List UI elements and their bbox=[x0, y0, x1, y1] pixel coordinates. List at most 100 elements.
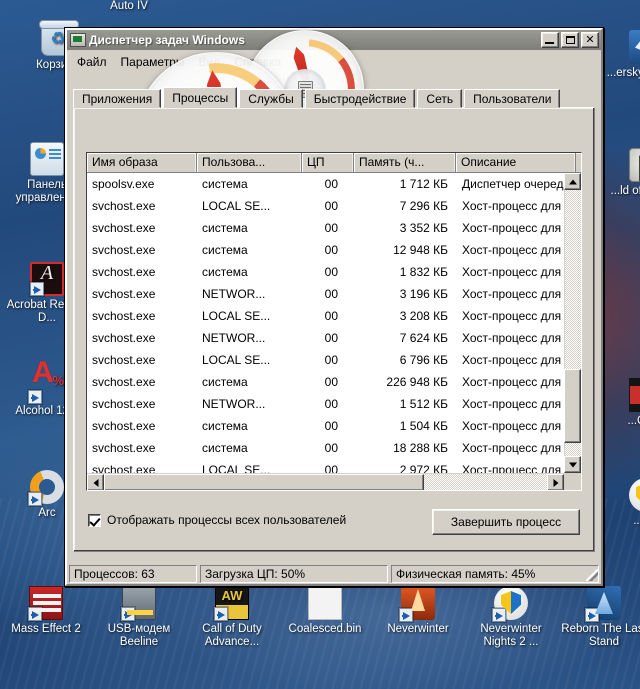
desktop-icon-label: Coalesced.bin bbox=[288, 623, 362, 635]
tab-applications[interactable]: Приложения bbox=[73, 89, 162, 108]
desktop-icon-neverwinter[interactable]: Neverwinter bbox=[372, 586, 464, 636]
cell-user: система bbox=[202, 221, 248, 235]
cell-cpu: 00 bbox=[324, 243, 338, 257]
tab-performance[interactable]: Быстродействие bbox=[304, 89, 416, 108]
scroll-left-button[interactable] bbox=[87, 474, 104, 490]
resize-grip-icon[interactable] bbox=[586, 569, 598, 581]
end-process-button[interactable]: Завершить процесс bbox=[432, 509, 580, 535]
desktop-icon-auto-iv[interactable]: Auto IV bbox=[74, 0, 184, 13]
table-row[interactable]: svchost.exe LOCAL SE... 00 7 296 КБ Хост-про… bbox=[87, 195, 564, 217]
table-row[interactable]: svchost.exe NETWOR... 00 3 196 КБ Хост-проце… bbox=[87, 283, 564, 305]
neverwinter-nights-2-icon bbox=[492, 586, 528, 622]
checkbox-box[interactable] bbox=[88, 513, 101, 527]
menu-bar[interactable]: Файл Параметры Вид Справка bbox=[67, 52, 601, 72]
status-physical-memory: Физическая память: 45% bbox=[391, 565, 599, 583]
tab-network[interactable]: Сеть bbox=[417, 89, 463, 108]
table-row[interactable]: svchost.exe система 00 226 948 КБ Хост-проце… bbox=[87, 371, 564, 393]
cell-desc: Хост-процесс для служ bbox=[462, 221, 564, 235]
desktop-icon-label: ...res bbox=[633, 515, 640, 527]
cell-desc: Диспетчер очереди пе bbox=[462, 177, 564, 191]
cell-cpu: 00 bbox=[324, 463, 338, 473]
table-row[interactable]: svchost.exe NETWOR... 00 7 624 КБ Хост-проце… bbox=[87, 327, 564, 349]
scroll-up-button[interactable] bbox=[564, 173, 581, 190]
desktop-icon-mass-effect-2[interactable]: Mass Effect 2 bbox=[0, 586, 92, 636]
column-header-description[interactable]: Описание bbox=[456, 153, 576, 173]
cell-name: svchost.exe bbox=[92, 397, 156, 411]
horizontal-scrollbar[interactable] bbox=[87, 473, 564, 490]
desktop-icon-far-cry-4[interactable]: ...Cry 4 bbox=[600, 378, 640, 428]
cell-user: NETWOR... bbox=[202, 331, 266, 345]
scroll-right-button[interactable] bbox=[547, 474, 564, 490]
process-list[interactable]: Имя образа Пользова... ЦП Память (ч... О… bbox=[86, 152, 582, 491]
cell-user: система bbox=[202, 265, 248, 279]
table-row[interactable]: svchost.exe система 00 12 948 КБ Хост-процес… bbox=[87, 239, 564, 261]
desktop-icon-label: ...Cry 4 bbox=[627, 415, 640, 427]
menu-item-help[interactable]: Справка bbox=[227, 53, 288, 71]
cell-name: svchost.exe bbox=[92, 353, 156, 367]
desktop-icon-reborn-last-stand[interactable]: Reborn The Last Stand bbox=[558, 586, 640, 649]
cell-user: система bbox=[202, 441, 248, 455]
scroll-down-button[interactable] bbox=[564, 456, 581, 473]
cell-mem: 7 296 КБ bbox=[399, 199, 448, 213]
shortcut-arrow-icon bbox=[28, 492, 42, 506]
shortcut-arrow-icon bbox=[30, 282, 44, 296]
usb-modem-icon bbox=[121, 586, 156, 621]
column-header-image-name[interactable]: Имя образа bbox=[87, 153, 197, 173]
tab-strip[interactable]: Приложения Процессы Службы Быстродействи… bbox=[73, 87, 595, 108]
cell-user: LOCAL SE... bbox=[202, 353, 271, 367]
cell-mem: 226 948 КБ bbox=[386, 375, 448, 389]
vertical-scroll-thumb[interactable] bbox=[564, 369, 581, 443]
show-all-users-checkbox[interactable]: Отображать процессы всех пользователей bbox=[88, 513, 346, 527]
menu-item-file[interactable]: Файл bbox=[70, 53, 114, 71]
cell-name: svchost.exe bbox=[92, 265, 156, 279]
vertical-scrollbar[interactable] bbox=[564, 173, 581, 473]
column-header-row[interactable]: Имя образа Пользова... ЦП Память (ч... О… bbox=[87, 153, 581, 173]
cell-name: svchost.exe bbox=[92, 221, 156, 235]
cell-desc: Хост-процесс для служ bbox=[462, 375, 564, 389]
close-button[interactable]: ✕ bbox=[581, 32, 599, 48]
desktop-icon-label: Call of Duty Advance... bbox=[202, 623, 262, 648]
cell-desc: Хост-процесс для служ bbox=[462, 419, 564, 433]
table-row[interactable]: svchost.exe LOCAL SE... 00 3 208 КБ Хост-про… bbox=[87, 305, 564, 327]
shortcut-arrow-icon bbox=[28, 390, 42, 404]
table-row[interactable]: svchost.exe NETWOR... 00 1 512 КБ Хост-проце… bbox=[87, 393, 564, 415]
cell-user: система bbox=[202, 243, 248, 257]
reborn-last-stand-icon bbox=[585, 586, 621, 622]
title-bar[interactable]: Диспетчер задач Windows ✕ bbox=[67, 30, 601, 50]
table-row[interactable]: svchost.exe LOCAL SE... 00 6 796 КБ Хост-про… bbox=[87, 349, 564, 371]
tab-processes[interactable]: Процессы bbox=[163, 87, 238, 108]
menu-item-options[interactable]: Параметры bbox=[114, 53, 192, 71]
tab-users[interactable]: Пользователи bbox=[464, 89, 561, 108]
desktop-icon-neverwinter-nights-2[interactable]: Neverwinter Nights 2 ... bbox=[465, 586, 557, 649]
control-panel-icon bbox=[30, 142, 64, 176]
table-row[interactable]: svchost.exe LOCAL SE... 00 2 972 КБ Хост-про… bbox=[87, 459, 564, 473]
scrollbar-corner bbox=[564, 473, 581, 490]
cell-cpu: 00 bbox=[324, 265, 338, 279]
tab-services[interactable]: Службы bbox=[239, 89, 303, 108]
table-row[interactable]: spoolsv.exe система 00 1 712 КБ Диспетчер оч… bbox=[87, 173, 564, 195]
desktop-icon-usb-modem[interactable]: USB-модем Beeline bbox=[93, 586, 185, 649]
horizontal-scroll-thumb[interactable] bbox=[104, 474, 424, 490]
task-manager-window[interactable]: Диспетчер задач Windows ✕ Файл Параметры… bbox=[64, 27, 604, 587]
desktop-icon-world-of-warships[interactable]: ...ld of ...ships bbox=[600, 148, 640, 198]
desktop-icon-security[interactable]: ...res bbox=[600, 478, 640, 528]
cell-mem: 1 712 КБ bbox=[399, 177, 448, 191]
cell-user: система bbox=[202, 419, 248, 433]
table-row[interactable]: svchost.exe система 00 3 352 КБ Хост-процесс… bbox=[87, 217, 564, 239]
column-header-memory[interactable]: Память (ч... bbox=[354, 153, 456, 173]
minimize-button[interactable] bbox=[541, 32, 559, 48]
maximize-button[interactable] bbox=[561, 32, 579, 48]
table-row[interactable]: svchost.exe система 00 1 832 КБ Хост-процесс… bbox=[87, 261, 564, 283]
cell-mem: 2 972 КБ bbox=[399, 463, 448, 473]
column-header-cpu[interactable]: ЦП bbox=[302, 153, 354, 173]
desktop-icon-call-of-duty[interactable]: Call of Duty Advance... bbox=[186, 586, 278, 649]
column-header-user[interactable]: Пользова... bbox=[197, 153, 302, 173]
table-row[interactable]: svchost.exe система 00 1 504 КБ Хост-процесс… bbox=[87, 415, 564, 437]
menu-item-view[interactable]: Вид bbox=[191, 53, 227, 71]
table-row[interactable]: svchost.exe система 00 18 288 КБ Хост-процес… bbox=[87, 437, 564, 459]
desktop-icon-kaspersky[interactable]: ...ersky ...y Sca bbox=[600, 30, 640, 80]
cell-mem: 7 624 КБ bbox=[399, 331, 448, 345]
shortcut-arrow-icon bbox=[28, 607, 42, 621]
desktop-icon-coalesced-bin[interactable]: Coalesced.bin bbox=[279, 586, 371, 636]
process-rows[interactable]: spoolsv.exe система 00 1 712 КБ Диспетчер оч… bbox=[87, 173, 564, 473]
